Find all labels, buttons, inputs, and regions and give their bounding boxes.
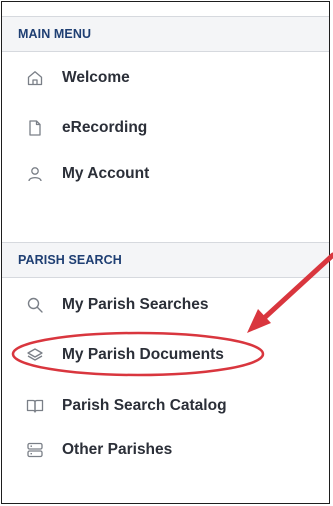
sidebar-item-label: eRecording <box>62 119 148 136</box>
sidebar-item-other-parishes[interactable]: Other Parishes <box>2 430 329 470</box>
sidebar-item-label: Other Parishes <box>62 441 173 458</box>
sidebar-menu: MAIN MENU Welcome eRecording My Account <box>1 1 330 504</box>
home-icon <box>26 69 44 87</box>
book-icon <box>26 397 44 415</box>
sidebar-item-label: My Account <box>62 165 150 182</box>
sidebar-item-parish-search-catalog[interactable]: Parish Search Catalog <box>2 386 329 426</box>
server-icon <box>26 441 44 459</box>
sidebar-item-label: My Parish Documents <box>62 346 224 363</box>
sidebar-item-my-account[interactable]: My Account <box>2 154 329 194</box>
document-icon <box>26 119 44 137</box>
sidebar-item-erecording[interactable]: eRecording <box>2 108 329 148</box>
sidebar-item-label: My Parish Searches <box>62 296 209 313</box>
sidebar-item-welcome[interactable]: Welcome <box>2 58 329 98</box>
parish-search-header: PARISH SEARCH <box>2 242 329 278</box>
sidebar-item-label: Welcome <box>62 69 130 86</box>
main-menu-header: MAIN MENU <box>2 16 329 52</box>
main-menu-header-label: MAIN MENU <box>18 27 92 41</box>
search-icon <box>26 296 44 314</box>
parish-search-header-label: PARISH SEARCH <box>18 253 122 267</box>
sidebar-item-label: Parish Search Catalog <box>62 397 227 414</box>
sidebar-item-my-parish-searches[interactable]: My Parish Searches <box>2 285 329 325</box>
sidebar-item-my-parish-documents[interactable]: My Parish Documents <box>2 335 329 375</box>
layers-icon <box>26 346 44 364</box>
user-icon <box>26 165 44 183</box>
